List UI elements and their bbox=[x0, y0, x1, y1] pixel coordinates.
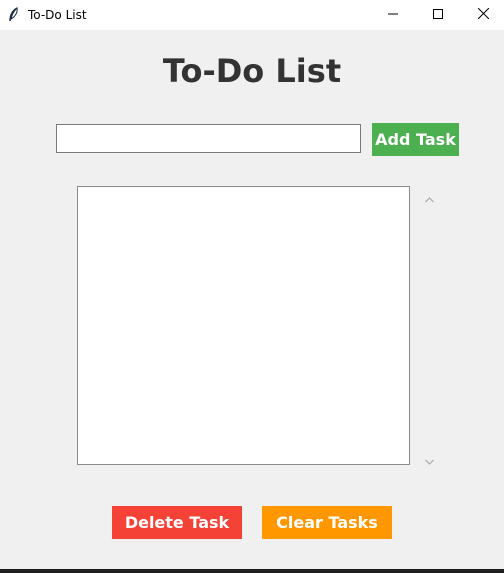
scrollbar-track[interactable] bbox=[421, 186, 438, 465]
task-input[interactable] bbox=[56, 124, 361, 153]
chevron-up-icon[interactable] bbox=[425, 190, 434, 208]
minimize-button[interactable] bbox=[370, 0, 416, 30]
page-title: To-Do List bbox=[162, 52, 342, 90]
window-title: To-Do List bbox=[28, 8, 87, 22]
close-button[interactable] bbox=[460, 0, 504, 30]
task-list-scrollbar[interactable] bbox=[421, 186, 438, 465]
window-titlebar[interactable]: To-Do List bbox=[0, 0, 504, 30]
minimize-icon bbox=[388, 6, 398, 24]
maximize-icon bbox=[433, 6, 443, 24]
close-icon bbox=[477, 6, 489, 24]
add-task-button[interactable]: Add Task bbox=[372, 123, 459, 156]
window-bottom-edge bbox=[0, 569, 504, 573]
task-listbox[interactable] bbox=[77, 186, 410, 465]
delete-task-button[interactable]: Delete Task bbox=[112, 506, 242, 539]
maximize-button[interactable] bbox=[415, 0, 461, 30]
chevron-down-icon[interactable] bbox=[425, 452, 434, 470]
clear-tasks-button[interactable]: Clear Tasks bbox=[262, 506, 392, 539]
feather-icon bbox=[7, 7, 21, 23]
